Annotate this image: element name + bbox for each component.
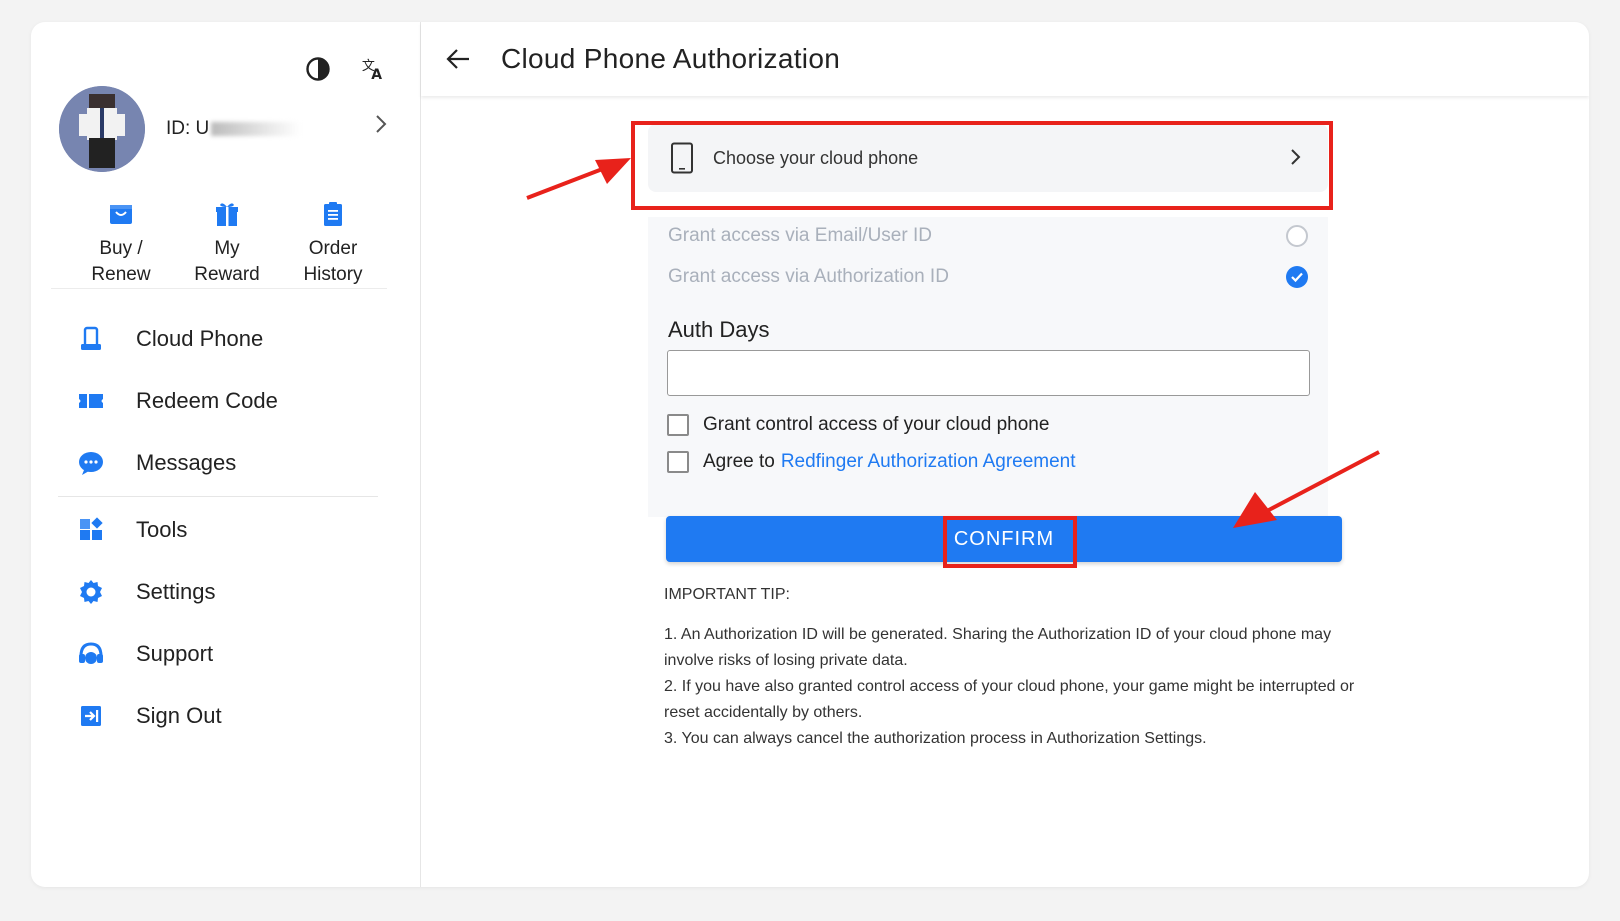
order-history-button[interactable]: Order History bbox=[293, 200, 373, 288]
back-arrow-icon[interactable] bbox=[443, 44, 473, 74]
sidebar-item-tools[interactable]: Tools bbox=[31, 499, 421, 561]
quick-actions: Buy / Renew My Reward Order History bbox=[51, 200, 391, 288]
buy-renew-label: Buy / Renew bbox=[91, 238, 151, 285]
user-id-text: ID: U bbox=[166, 118, 210, 139]
annotation-highlight-confirm bbox=[943, 516, 1077, 568]
sidebar-menu: Cloud Phone Redeem Code Messages Tools S… bbox=[31, 308, 421, 747]
sidebar-top-icons: 文A bbox=[305, 56, 387, 83]
sidebar-item-label: Settings bbox=[136, 579, 216, 604]
page-title: Cloud Phone Authorization bbox=[501, 43, 841, 74]
phone-icon bbox=[78, 326, 104, 352]
annotation-highlight-choose bbox=[631, 121, 1333, 210]
svg-text:A: A bbox=[371, 67, 382, 83]
agreement-link[interactable]: Redfinger Authorization Agreement bbox=[781, 451, 1076, 473]
my-reward-button[interactable]: My Reward bbox=[187, 200, 267, 288]
tip-line: 3. You can always cancel the authorizati… bbox=[664, 730, 1207, 747]
tools-grid-icon bbox=[78, 517, 104, 543]
headset-icon bbox=[78, 641, 104, 667]
avatar[interactable] bbox=[59, 86, 145, 172]
checkmark-icon bbox=[1291, 272, 1303, 283]
sidebar-item-label: Redeem Code bbox=[136, 388, 278, 413]
sidebar: 文A ID: U Buy / Renew My Reward Order His… bbox=[31, 22, 421, 887]
grant-auth-id-radio[interactable] bbox=[1286, 266, 1308, 288]
ticket-icon bbox=[78, 388, 104, 414]
agree-checkbox[interactable] bbox=[667, 451, 689, 473]
order-history-label: Order History bbox=[303, 238, 363, 285]
agree-prefix: Agree to bbox=[703, 451, 775, 472]
grant-email-radio[interactable] bbox=[1286, 225, 1308, 247]
sidebar-item-redeem-code[interactable]: Redeem Code bbox=[31, 370, 421, 432]
grant-auth-id-label: Grant access via Authorization ID bbox=[668, 266, 949, 287]
grant-email-option[interactable]: Grant access via Email/User ID bbox=[668, 223, 1308, 249]
auth-days-label: Auth Days bbox=[668, 317, 770, 342]
chat-bubble-icon bbox=[78, 450, 104, 476]
contrast-icon[interactable] bbox=[305, 56, 331, 82]
sidebar-item-label: Sign Out bbox=[136, 703, 222, 728]
page-header: Cloud Phone Authorization bbox=[421, 22, 1589, 96]
sidebar-item-sign-out[interactable]: Sign Out bbox=[31, 685, 421, 747]
sidebar-item-support[interactable]: Support bbox=[31, 623, 421, 685]
translate-icon[interactable]: 文A bbox=[361, 56, 387, 83]
control-access-checkbox[interactable] bbox=[667, 414, 689, 436]
grant-email-label: Grant access via Email/User ID bbox=[668, 225, 932, 246]
sidebar-item-messages[interactable]: Messages bbox=[31, 432, 421, 494]
auth-days-input[interactable] bbox=[667, 350, 1310, 396]
shopping-bag-icon bbox=[110, 205, 132, 224]
sidebar-item-settings[interactable]: Settings bbox=[31, 561, 421, 623]
control-access-label: Grant control access of your cloud phone bbox=[703, 414, 1050, 435]
tips-title: IMPORTANT TIP: bbox=[664, 586, 790, 603]
my-reward-label: My Reward bbox=[194, 238, 260, 285]
menu-divider bbox=[58, 496, 378, 497]
annotation-arrow-left bbox=[526, 158, 631, 200]
user-id: ID: U bbox=[166, 118, 302, 140]
sidebar-item-label: Support bbox=[136, 641, 214, 666]
control-access-option[interactable]: Grant control access of your cloud phone bbox=[667, 412, 1049, 438]
buy-renew-button[interactable]: Buy / Renew bbox=[81, 200, 161, 288]
sidebar-item-label: Cloud Phone bbox=[136, 326, 264, 351]
sidebar-item-label: Tools bbox=[136, 517, 188, 542]
clipboard-list-icon bbox=[324, 202, 342, 226]
sidebar-item-cloud-phone[interactable]: Cloud Phone bbox=[31, 308, 421, 370]
tip-line: 1. An Authorization ID will be generated… bbox=[664, 626, 1332, 669]
quick-divider bbox=[51, 288, 387, 289]
gift-icon bbox=[216, 203, 238, 226]
gear-icon bbox=[78, 579, 104, 605]
user-id-redacted bbox=[211, 121, 302, 136]
authorization-options-panel: Grant access via Email/User ID Grant acc… bbox=[648, 217, 1328, 517]
important-tips: IMPORTANT TIP: 1. An Authorization ID wi… bbox=[664, 582, 1364, 752]
chevron-right-icon[interactable] bbox=[369, 112, 393, 136]
agree-option[interactable]: Agree to Redfinger Authorization Agreeme… bbox=[667, 449, 1076, 475]
sign-out-icon bbox=[78, 703, 104, 729]
sidebar-item-label: Messages bbox=[136, 450, 237, 475]
tip-line: 2. If you have also granted control acce… bbox=[664, 678, 1355, 721]
app-window: 文A ID: U Buy / Renew My Reward Order His… bbox=[31, 22, 1589, 887]
grant-auth-id-option[interactable]: Grant access via Authorization ID bbox=[668, 264, 1308, 290]
main-content: Cloud Phone Authorization Choose your cl… bbox=[421, 22, 1589, 887]
